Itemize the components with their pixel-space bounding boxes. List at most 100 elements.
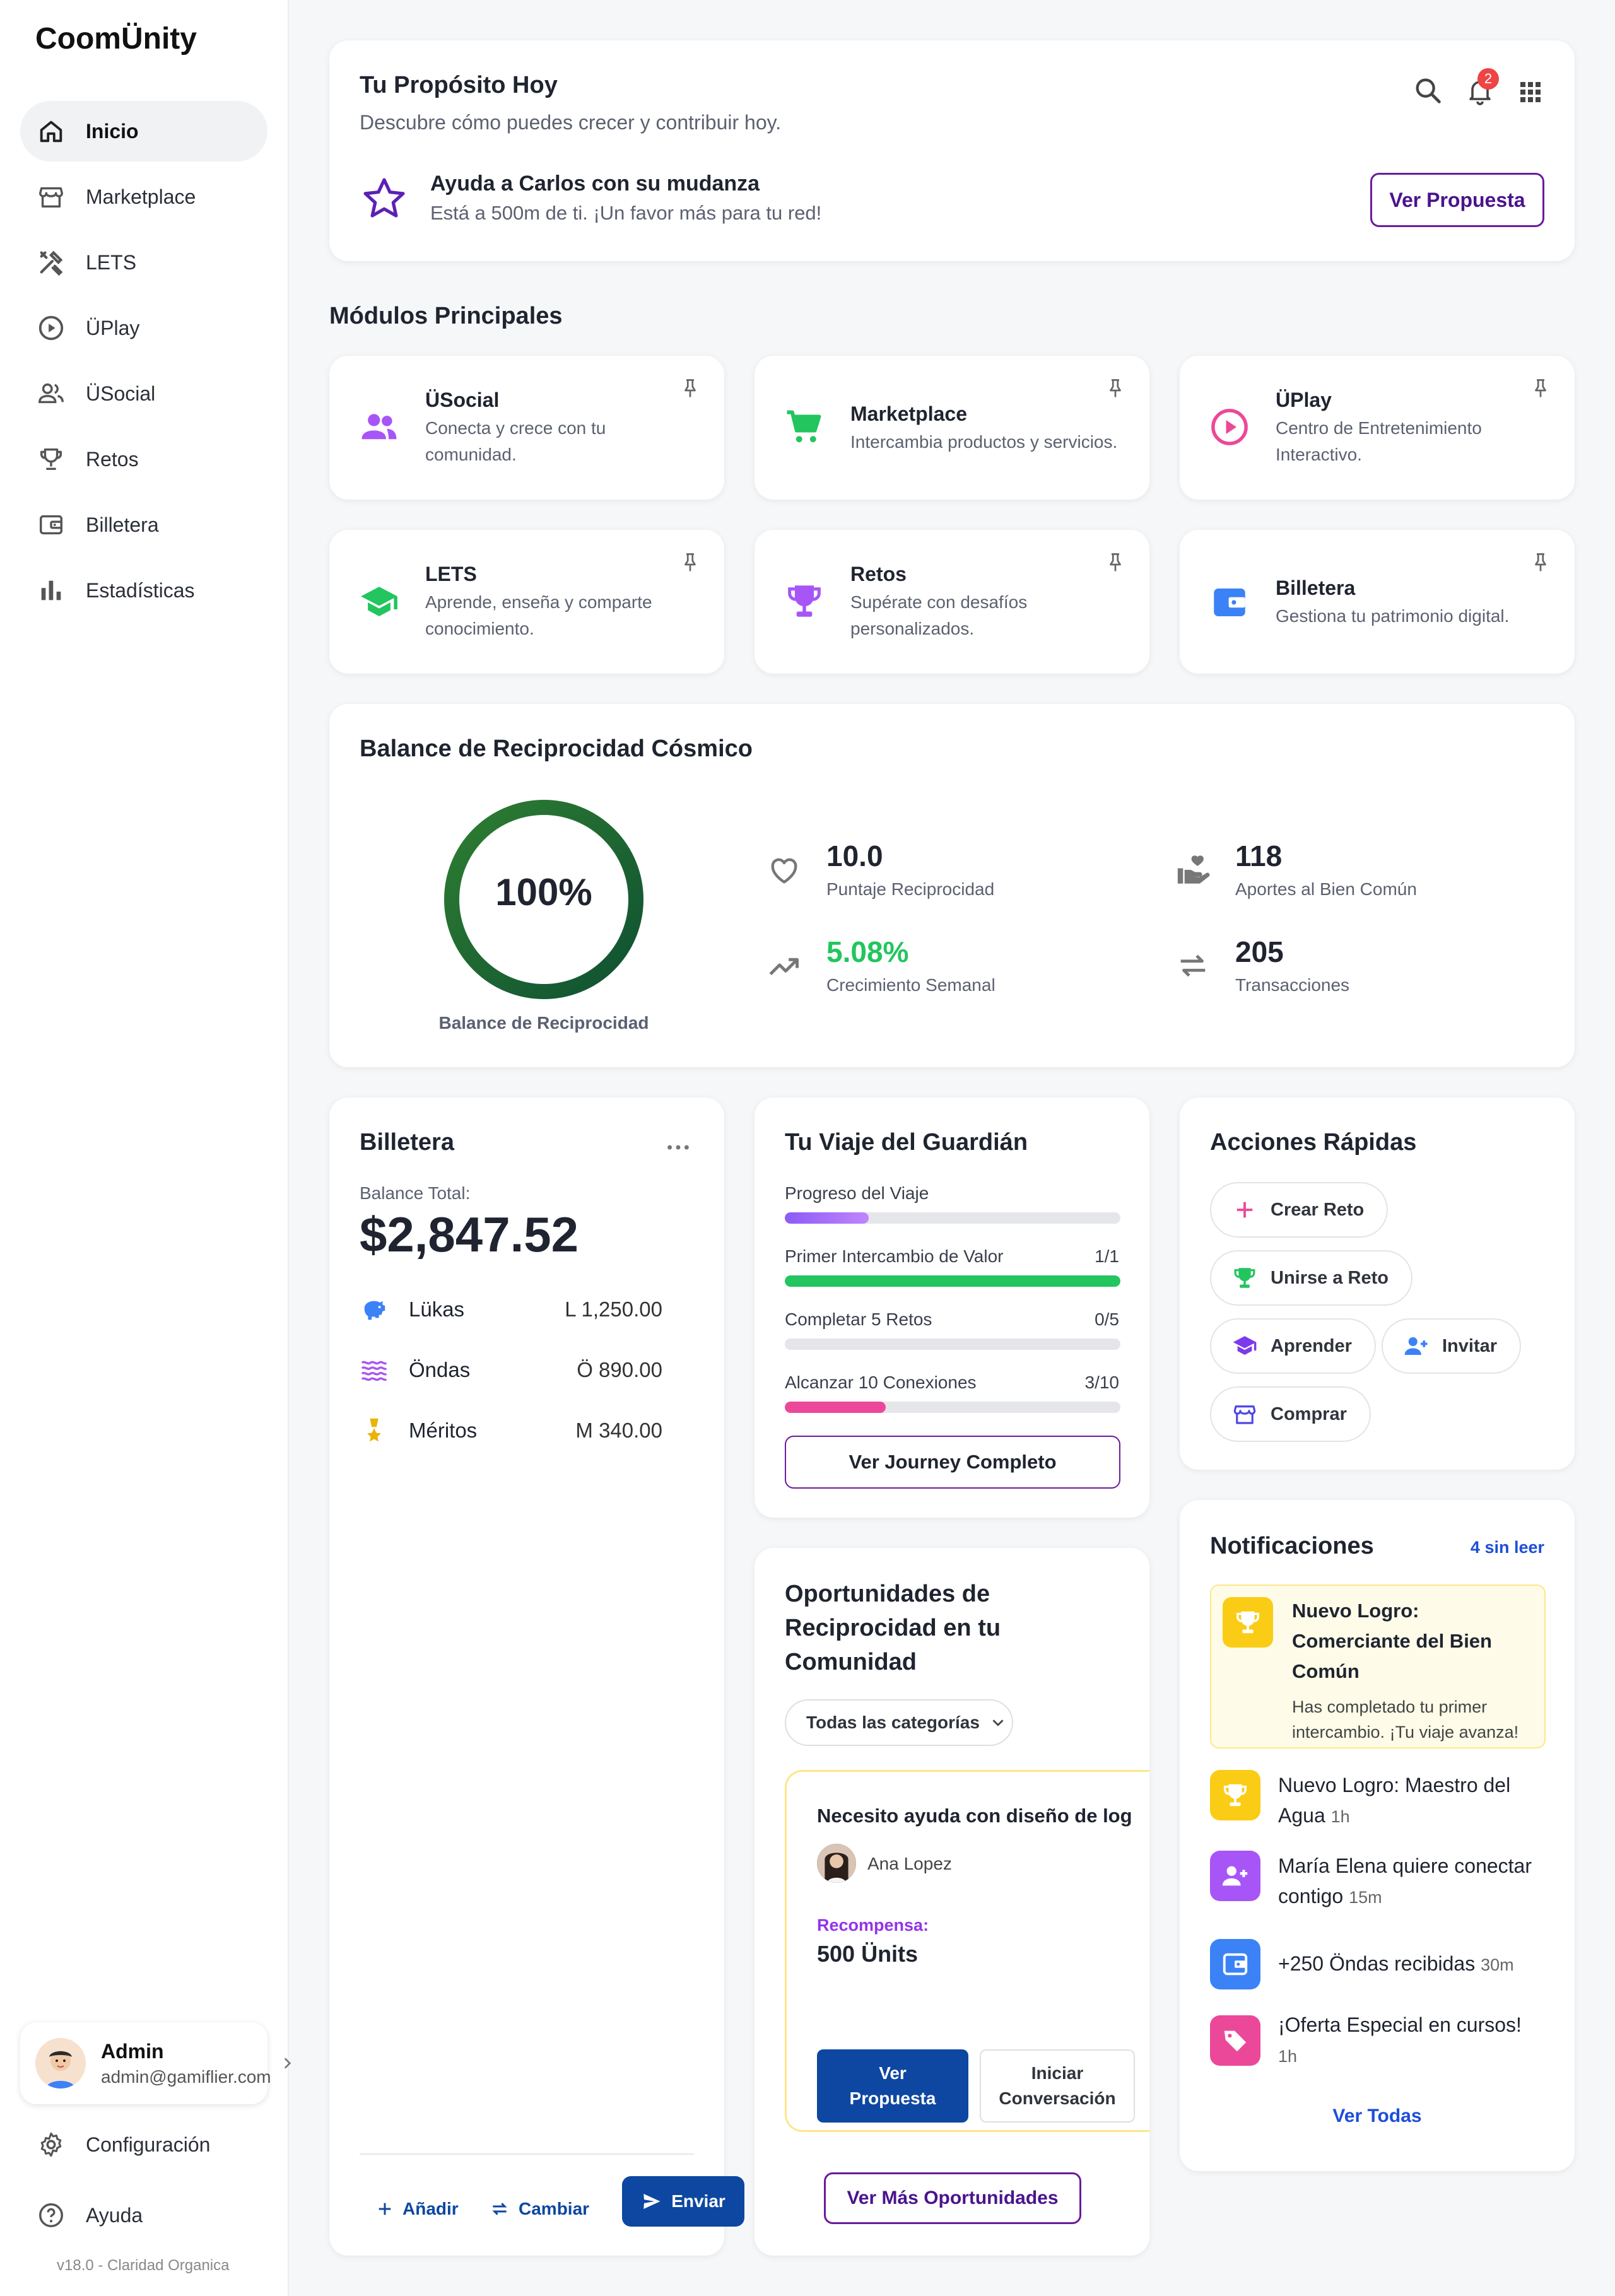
notification-item[interactable]: +250 Öndas recibidas 30m bbox=[1210, 1939, 1546, 1989]
filter-value: Todas las categorías bbox=[806, 1713, 980, 1732]
waves-icon bbox=[361, 1361, 387, 1381]
swap-icon bbox=[1180, 954, 1206, 977]
module-card-retos[interactable]: Retos Supérate con desafíos personalizad… bbox=[755, 530, 1149, 674]
module-card-uplay[interactable]: ÜPlay Centro de Entretenimiento Interact… bbox=[1180, 356, 1575, 500]
featured-description: Has completado tu primer intercambio. ¡T… bbox=[1292, 1694, 1518, 1745]
plus-icon bbox=[1236, 1202, 1253, 1218]
sidebar-item-billetera[interactable]: Billetera bbox=[20, 495, 267, 555]
user-name: Admin bbox=[101, 2039, 164, 2063]
pin-icon[interactable] bbox=[679, 377, 702, 400]
sidebar-item-estadisticas[interactable]: Estadísticas bbox=[20, 560, 267, 621]
notification-icon-box bbox=[1210, 1851, 1260, 1901]
learn-button[interactable]: Aprender bbox=[1210, 1318, 1376, 1374]
volunteer-icon bbox=[1177, 855, 1210, 884]
notification-text: +250 Öndas recibidas 30m bbox=[1278, 1948, 1514, 1980]
module-card-lets[interactable]: LETS Aprende, enseña y comparte conocimi… bbox=[329, 530, 724, 674]
sidebar-item-lets[interactable]: LETS bbox=[20, 232, 267, 293]
unread-count[interactable]: 4 sin leer bbox=[1471, 1538, 1544, 1557]
send-button[interactable]: Enviar bbox=[622, 2176, 744, 2227]
wallet-card: Billetera Balance Total: $2,847.52 Lükas… bbox=[329, 1098, 744, 2256]
trophy-icon bbox=[40, 448, 62, 471]
view-all-notifications-link[interactable]: Ver Todas bbox=[1180, 2106, 1575, 2127]
notifications-card: Notificaciones 4 sin leer Nuevo Logro: C… bbox=[1180, 1500, 1575, 2171]
plus-icon bbox=[379, 2203, 391, 2215]
opportunity-card[interactable]: Necesito ayuda con diseño de log Ana Lop… bbox=[785, 1770, 1149, 2132]
pin-icon[interactable] bbox=[1104, 377, 1127, 400]
pin-icon[interactable] bbox=[1104, 551, 1127, 574]
sidebar-item-label: Billetera bbox=[86, 513, 159, 536]
start-conversation-button[interactable]: Iniciar Conversación bbox=[980, 2049, 1135, 2123]
sidebar-item-label: Retos bbox=[86, 447, 139, 471]
notifications-button[interactable]: 2 bbox=[1462, 68, 1500, 110]
more-opportunities-button[interactable]: Ver Más Oportunidades bbox=[824, 2172, 1081, 2224]
reciprocity-balance-card: Balance de Reciprocidad Cósmico 100% Bal… bbox=[329, 704, 1575, 1067]
add-funds-button[interactable]: Añadir bbox=[375, 2199, 459, 2219]
medal-icon bbox=[367, 1418, 382, 1442]
view-proposal-button[interactable]: Ver Propuesta bbox=[1370, 173, 1544, 227]
notification-item[interactable]: Nuevo Logro: Maestro del Agua 1h bbox=[1210, 1770, 1546, 1832]
view-journey-button[interactable]: Ver Journey Completo bbox=[785, 1436, 1120, 1489]
trophy-icon bbox=[1236, 1611, 1260, 1634]
app-version: v18.0 - Claridad Organica bbox=[57, 2257, 230, 2274]
chip-label: Aprender bbox=[1271, 1335, 1352, 1356]
store-icon bbox=[39, 187, 63, 208]
currency-amount: M 340.00 bbox=[575, 1419, 662, 1442]
journey-step-bar bbox=[785, 1275, 1120, 1287]
sidebar-item-uplay[interactable]: ÜPlay bbox=[20, 298, 267, 358]
more-horizontal-icon[interactable] bbox=[664, 1133, 693, 1162]
sidebar-item-retos[interactable]: Retos bbox=[20, 429, 267, 489]
total-balance: $2,847.52 bbox=[360, 1207, 579, 1262]
pin-icon[interactable] bbox=[679, 551, 702, 574]
module-title: Retos bbox=[850, 563, 907, 585]
search-icon[interactable] bbox=[1412, 74, 1445, 107]
user-profile-card[interactable]: Admin admin@gamiflier.com bbox=[20, 2022, 271, 2104]
settings-link[interactable]: Configuración bbox=[20, 2114, 267, 2175]
stat-value-growth: 5.08% bbox=[826, 935, 909, 968]
stat-label-reciprocity: Puntaje Reciprocidad bbox=[826, 879, 995, 899]
chevron-down-icon bbox=[992, 1719, 1004, 1726]
journey-progress-bar bbox=[785, 1212, 1120, 1224]
wallet-row-ondas: Öndas Ö 890.00 bbox=[360, 1351, 662, 1389]
button-line: Conversación bbox=[999, 2088, 1116, 2108]
school-icon bbox=[361, 587, 397, 616]
featured-title: Nuevo Logro: Comerciante del Bien Común bbox=[1292, 1596, 1492, 1687]
module-card-usocial[interactable]: ÜSocial Conecta y crece con tu comunidad… bbox=[329, 356, 724, 500]
author-avatar bbox=[817, 1844, 856, 1883]
notification-time: 30m bbox=[1481, 1955, 1514, 1974]
notifications-title: Notificaciones bbox=[1210, 1533, 1374, 1559]
view-opportunity-button[interactable]: Ver Propuesta bbox=[817, 2049, 968, 2123]
sidebar-item-marketplace[interactable]: Marketplace bbox=[20, 167, 267, 227]
module-card-billetera[interactable]: Billetera Gestiona tu patrimonio digital… bbox=[1180, 530, 1575, 674]
journey-step-count: 0/5 bbox=[1095, 1309, 1119, 1329]
join-challenge-button[interactable]: Unirse a Reto bbox=[1210, 1250, 1412, 1306]
chip-label: Unirse a Reto bbox=[1271, 1267, 1389, 1288]
category-filter-select[interactable]: Todas las categorías bbox=[785, 1699, 1013, 1746]
pin-icon[interactable] bbox=[1529, 377, 1552, 400]
person-add-icon bbox=[1404, 1337, 1428, 1355]
sidebar-item-inicio[interactable]: Inicio bbox=[20, 101, 267, 161]
modules-title: Módulos Principales bbox=[329, 303, 563, 329]
chevron-right-icon[interactable] bbox=[279, 2055, 295, 2071]
journey-step-bar bbox=[785, 1402, 1120, 1413]
journey-step-bar bbox=[785, 1338, 1120, 1350]
invite-button[interactable]: Invitar bbox=[1382, 1318, 1522, 1374]
sidebar-item-usocial[interactable]: ÜSocial bbox=[20, 363, 267, 424]
create-challenge-button[interactable]: Crear Reto bbox=[1210, 1182, 1389, 1238]
wallet-row-lukas: Lükas L 1,250.00 bbox=[360, 1291, 662, 1328]
sidebar-item-label: Marketplace bbox=[86, 185, 196, 208]
journey-step-label: Alcanzar 10 Conexiones bbox=[785, 1373, 977, 1392]
currency-label: Öndas bbox=[409, 1358, 471, 1381]
exchange-button[interactable]: Cambiar bbox=[490, 2199, 589, 2219]
featured-notification[interactable]: Nuevo Logro: Comerciante del Bien Común … bbox=[1210, 1584, 1546, 1748]
bar-chart-icon bbox=[41, 580, 61, 600]
sidebar-item-label: Estadísticas bbox=[86, 578, 195, 602]
module-card-marketplace[interactable]: Marketplace Intercambia productos y serv… bbox=[755, 356, 1149, 500]
pin-icon[interactable] bbox=[1529, 551, 1552, 574]
apps-grid-icon[interactable] bbox=[1515, 77, 1546, 107]
notification-badge: 2 bbox=[1477, 68, 1499, 90]
tag-icon bbox=[1224, 2030, 1247, 2052]
notification-item[interactable]: María Elena quiere conectar contigo 15m bbox=[1210, 1851, 1546, 1912]
shop-button[interactable]: Comprar bbox=[1210, 1386, 1371, 1442]
help-link[interactable]: Ayuda bbox=[20, 2185, 267, 2246]
notification-item[interactable]: ¡Oferta Especial en cursos! 1h bbox=[1210, 2010, 1546, 2071]
